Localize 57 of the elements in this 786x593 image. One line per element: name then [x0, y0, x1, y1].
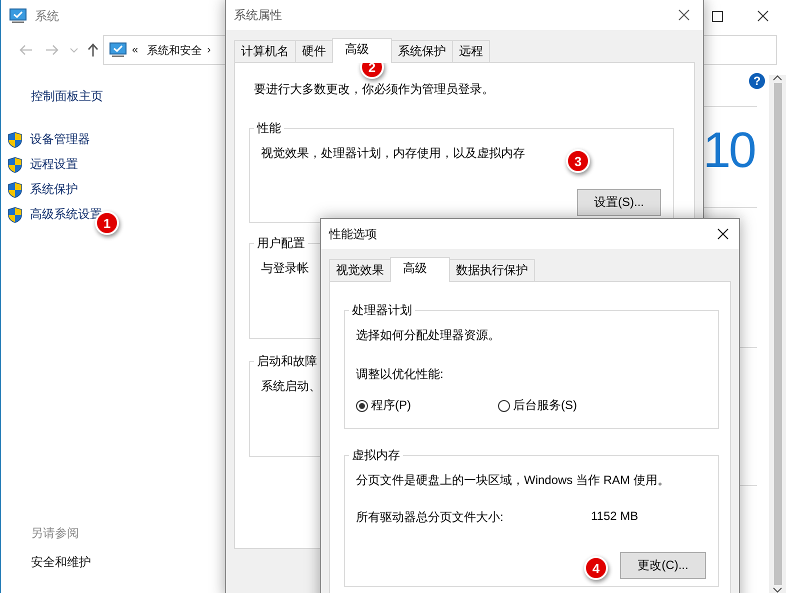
- maximize-icon: [712, 10, 722, 22]
- radio-label[interactable]: 后台服务(S): [513, 397, 577, 414]
- system-icon: [9, 8, 27, 24]
- group-description: 系统启动、: [261, 378, 321, 395]
- tab[interactable]: 数据执行保护: [449, 259, 535, 281]
- group-title: 启动和故障: [256, 353, 318, 370]
- sidebar-link[interactable]: 远程设置: [30, 156, 78, 173]
- chevron-up-icon: [773, 75, 782, 81]
- scrollbar[interactable]: [769, 75, 786, 593]
- shield-icon: [8, 156, 22, 172]
- tab[interactable]: 视觉效果: [329, 259, 391, 281]
- group-description: 选择如何分配处理器资源。: [356, 327, 500, 344]
- sidebar-link[interactable]: 系统保护: [30, 181, 78, 198]
- tab[interactable]: 高级: [332, 38, 392, 63]
- see-also-heading: 另请参阅: [31, 525, 80, 542]
- back-arrow-icon: [19, 44, 33, 56]
- forward-arrow-icon: [45, 44, 59, 56]
- field-value: 1152 MB: [591, 509, 638, 525]
- radio-button[interactable]: [498, 400, 510, 412]
- breadcrumb-overflow[interactable]: «: [132, 44, 138, 56]
- up-arrow-icon: [87, 43, 99, 57]
- sidebar-link[interactable]: 设备管理器: [30, 131, 90, 148]
- chevron-down-icon: [70, 48, 78, 52]
- see-also-link[interactable]: 安全和维护: [31, 554, 225, 571]
- group-title: 虚拟内存: [351, 447, 401, 464]
- shield-icon: [8, 182, 22, 198]
- close-icon: [678, 9, 690, 21]
- shield-icon: [8, 132, 22, 148]
- tab[interactable]: 远程: [452, 40, 490, 62]
- shield-icon: [8, 206, 22, 222]
- system-icon: [109, 42, 127, 58]
- group-title: 处理器计划: [351, 302, 413, 319]
- group-description: 分页文件是硬盘上的一块区域，Windows 当作 RAM 使用。: [356, 472, 670, 489]
- breadcrumb-item[interactable]: 系统和安全: [147, 42, 202, 58]
- help-icon[interactable]: ?: [749, 73, 765, 89]
- close-icon: [717, 228, 729, 240]
- tab[interactable]: 计算机名: [234, 40, 296, 62]
- radio-button[interactable]: [356, 400, 368, 412]
- chevron-down-icon: [773, 587, 782, 593]
- window-title: 系统: [35, 8, 59, 24]
- admin-note: 要进行大多数更改，你必须作为管理员登录。: [254, 81, 494, 98]
- os-version-text: 10: [703, 125, 755, 175]
- group-title: 性能: [256, 120, 282, 137]
- tab[interactable]: 高级: [390, 257, 450, 282]
- option-prompt: 调整以优化性能:: [356, 366, 444, 383]
- dialog-title: 性能选项: [329, 226, 377, 242]
- field-label: 所有驱动器总分页文件大小:: [356, 509, 504, 526]
- close-icon: [757, 10, 769, 22]
- group-title: 用户配置: [256, 235, 306, 252]
- sidebar-link[interactable]: 控制面板主页: [31, 88, 225, 105]
- breadcrumb-separator[interactable]: ›: [207, 44, 211, 56]
- group-description: 视觉效果，处理器计划，内存使用，以及虚拟内存: [261, 145, 525, 162]
- settings-button[interactable]: 设置(S)...: [577, 189, 661, 216]
- group-description: 与登录帐: [261, 260, 309, 277]
- change-button[interactable]: 更改(C)...: [620, 552, 706, 579]
- dialog-title: 系统属性: [234, 6, 282, 24]
- radio-label[interactable]: 程序(P): [371, 397, 411, 414]
